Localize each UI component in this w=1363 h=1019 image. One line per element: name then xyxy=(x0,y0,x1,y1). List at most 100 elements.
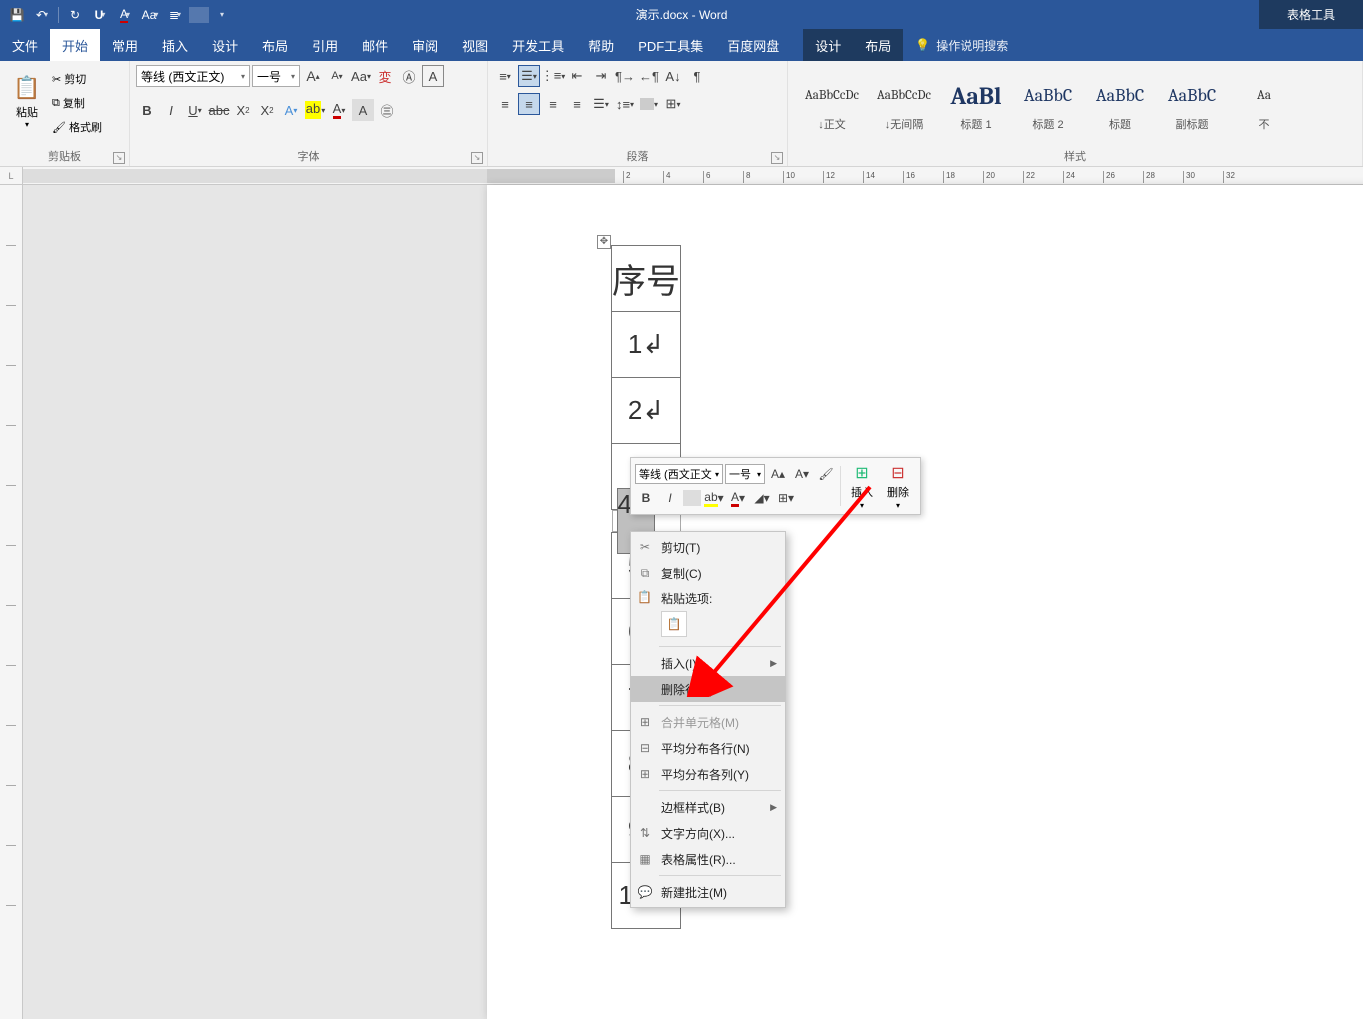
tab-developer[interactable]: 开发工具 xyxy=(500,29,576,61)
page[interactable]: ✥ 序号 1↲ 2↲ 4↲ 5↲ 6↲ 7↲ 8↲ 9↲ 10→ xyxy=(487,185,1363,1019)
shrink-font-icon[interactable]: A▾ xyxy=(326,65,348,87)
ctx-border-style[interactable]: 边框样式(B)▶ xyxy=(631,794,785,820)
line-spacing-icon[interactable]: ↕≡▾ xyxy=(614,93,636,115)
strike-icon[interactable]: abc xyxy=(208,99,230,121)
mini-font-color-icon[interactable]: A▾ xyxy=(727,487,749,509)
ctx-distribute-cols[interactable]: ⊞平均分布各列(Y) xyxy=(631,761,785,787)
align-right-icon[interactable]: ≡ xyxy=(542,93,564,115)
text-effects-icon[interactable]: A▾ xyxy=(280,99,302,121)
mini-shrink-icon[interactable]: A▾ xyxy=(791,463,813,485)
char-shade-icon[interactable]: A xyxy=(352,99,374,121)
ctx-distribute-rows[interactable]: ⊟平均分布各行(N) xyxy=(631,735,785,761)
mini-italic-icon[interactable]: I xyxy=(659,487,681,509)
sort-icon[interactable]: A↓ xyxy=(662,65,684,87)
copy-button[interactable]: ⧉复制 xyxy=(52,93,102,113)
bold-icon[interactable]: B xyxy=(136,99,158,121)
style-tile[interactable]: AaBbC副标题 xyxy=(1156,73,1228,137)
justify-icon[interactable]: ≡ xyxy=(566,93,588,115)
table-header-cell[interactable]: 序号 xyxy=(612,246,681,312)
redo-icon[interactable]: ↻ xyxy=(64,4,86,26)
save-icon[interactable]: 💾 xyxy=(6,4,28,26)
superscript-icon[interactable]: X2 xyxy=(256,99,278,121)
align-center-icon[interactable]: ≡ xyxy=(518,93,540,115)
tab-design[interactable]: 设计 xyxy=(200,29,250,61)
underline-btn-icon[interactable]: U▾ xyxy=(184,99,206,121)
show-marks-icon[interactable]: ¶ xyxy=(686,65,708,87)
tab-layout[interactable]: 布局 xyxy=(250,29,300,61)
font-color-btn-icon[interactable]: A▾ xyxy=(328,99,350,121)
clear-format-icon[interactable]: Ⓐ xyxy=(398,65,420,87)
list-icon[interactable]: ≣▾ xyxy=(164,4,186,26)
paragraph-launcher-icon[interactable]: ↘ xyxy=(771,152,783,164)
multilevel-icon[interactable]: ⋮≡▾ xyxy=(542,65,564,87)
mini-highlight-icon[interactable]: ab▾ xyxy=(703,487,725,509)
case-icon[interactable]: Aa▾ xyxy=(139,4,161,26)
mini-bold-icon[interactable]: B xyxy=(635,487,657,509)
undo-icon[interactable]: ↶▾ xyxy=(31,4,53,26)
mini-delete-button[interactable]: ⊟ 删除▾ xyxy=(880,463,916,510)
shading-icon[interactable]: ▾ xyxy=(638,93,660,115)
tab-review[interactable]: 审阅 xyxy=(400,29,450,61)
ctx-insert[interactable]: 插入(I)▶ xyxy=(631,650,785,676)
ctx-new-comment[interactable]: 💬新建批注(M) xyxy=(631,879,785,905)
subscript-icon[interactable]: X2 xyxy=(232,99,254,121)
numbering-icon[interactable]: ☰▾ xyxy=(518,65,540,87)
ctx-delete-row[interactable]: 删除行(D) xyxy=(631,676,785,702)
ctx-table-properties[interactable]: ▦表格属性(R)... xyxy=(631,846,785,872)
mini-insert-button[interactable]: ⊞ 插入▾ xyxy=(844,463,880,510)
tab-baidu[interactable]: 百度网盘 xyxy=(715,29,791,61)
distribute-icon[interactable]: ☰▾ xyxy=(590,93,612,115)
tab-common[interactable]: 常用 xyxy=(100,29,150,61)
underline-icon[interactable]: U▾ xyxy=(89,4,111,26)
style-tile[interactable]: AaBl标题 1 xyxy=(940,73,1012,137)
mini-border-icon[interactable]: ⊞▾ xyxy=(775,487,797,509)
mini-size-select[interactable]: 一号▾ xyxy=(725,464,765,484)
format-painter-button[interactable]: 🖌格式刷 xyxy=(52,117,102,137)
tab-insert[interactable]: 插入 xyxy=(150,29,200,61)
mini-font-select[interactable]: 等线 (西文正文▾ xyxy=(635,464,723,484)
highlight-icon[interactable]: ab▾ xyxy=(304,99,326,121)
tab-pdf[interactable]: PDF工具集 xyxy=(626,29,715,61)
rtl-icon[interactable]: ←¶ xyxy=(638,65,660,87)
char-border-icon[interactable]: A xyxy=(422,65,444,87)
font-family-select[interactable]: 等线 (西文正文)▾ xyxy=(136,65,250,87)
style-tile[interactable]: AaBbCcDc↓正文 xyxy=(796,73,868,137)
indent-left-icon[interactable]: ⇤ xyxy=(566,65,588,87)
tab-file[interactable]: 文件 xyxy=(0,29,50,61)
mini-fill-icon[interactable]: ◢▾ xyxy=(751,487,773,509)
ctx-copy[interactable]: ⧉复制(C) xyxy=(631,560,785,586)
table-move-handle-icon[interactable]: ✥ xyxy=(597,235,611,249)
font-size-select[interactable]: 一号▾ xyxy=(252,65,300,87)
table-cell[interactable]: 2↲ xyxy=(612,378,681,444)
style-tile[interactable]: AaBbC标题 2 xyxy=(1012,73,1084,137)
italic-icon[interactable]: I xyxy=(160,99,182,121)
tab-table-design[interactable]: 设计 xyxy=(803,29,853,61)
style-tile[interactable]: AaBbCcDc↓无间隔 xyxy=(868,73,940,137)
phonetic-icon[interactable]: 変 xyxy=(374,65,396,87)
ruler-horizontal[interactable]: 2468101214161820222426283032 xyxy=(23,167,1363,185)
paste-option-keep-source[interactable]: 📋 xyxy=(661,611,687,637)
font-color-icon[interactable]: A▾ xyxy=(114,4,136,26)
indent-right-icon[interactable]: ⇥ xyxy=(590,65,612,87)
borders-icon[interactable]: ⊞▾ xyxy=(662,93,684,115)
tab-help[interactable]: 帮助 xyxy=(576,29,626,61)
ctx-text-direction[interactable]: ⇅文字方向(X)... xyxy=(631,820,785,846)
ltr-icon[interactable]: ¶→ xyxy=(614,65,636,87)
mini-format-painter-icon[interactable]: 🖌 xyxy=(815,463,837,485)
mini-grow-icon[interactable]: A▴ xyxy=(767,463,789,485)
change-case-icon[interactable]: Aa▾ xyxy=(350,65,372,87)
ctx-merge-cells[interactable]: ⊞合并单元格(M) xyxy=(631,709,785,735)
mini-shade-icon[interactable] xyxy=(683,490,701,506)
tab-table-layout[interactable]: 布局 xyxy=(853,29,903,61)
tab-references[interactable]: 引用 xyxy=(300,29,350,61)
ruler-vertical[interactable] xyxy=(0,185,23,1019)
enclosed-char-icon[interactable]: ㊂ xyxy=(376,99,398,121)
tab-mail[interactable]: 邮件 xyxy=(350,29,400,61)
style-tile[interactable]: AaBbC标题 xyxy=(1084,73,1156,137)
tab-view[interactable]: 视图 xyxy=(450,29,500,61)
grow-font-icon[interactable]: A▴ xyxy=(302,65,324,87)
align-left-icon[interactable]: ≡ xyxy=(494,93,516,115)
tell-me-search[interactable]: 💡 操作说明搜索 xyxy=(903,29,1020,61)
bullets-icon[interactable]: ≡▾ xyxy=(494,65,516,87)
clipboard-launcher-icon[interactable]: ↘ xyxy=(113,152,125,164)
